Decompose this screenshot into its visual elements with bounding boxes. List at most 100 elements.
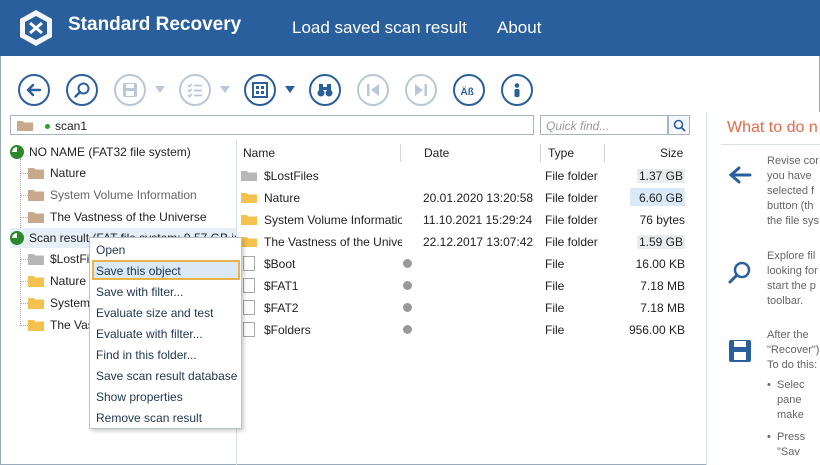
menu-about[interactable]: About (497, 18, 541, 38)
cell-name: The Vastness of the Universe (264, 235, 402, 249)
menu-item-save-this-object[interactable]: Save this object (96, 264, 181, 278)
svg-text:Äß: Äß (461, 85, 474, 98)
folder-icon (28, 320, 44, 331)
folder-gray-icon (28, 254, 44, 265)
table-row[interactable]: Nature 20.01.2020 13:20:58 File folder 6… (238, 186, 690, 208)
search-icon (673, 119, 686, 132)
cell-type: File (545, 279, 565, 293)
tree-item-label: Nature (50, 274, 87, 288)
folder-gray-icon (241, 171, 257, 181)
folder-icon (28, 168, 44, 179)
help-line-text: Selec (777, 379, 805, 391)
table-row[interactable]: $Folders File 956.00 KB (238, 318, 690, 340)
mark-list-button[interactable] (179, 74, 211, 106)
cell-name: $LostFiles (264, 169, 319, 183)
info-icon (514, 83, 520, 97)
tree-item-root[interactable]: NO NAME (FAT32 file system) (10, 142, 191, 162)
quick-find-button[interactable] (668, 115, 690, 135)
folder-icon (28, 190, 44, 201)
find-button[interactable] (309, 74, 341, 106)
menu-item-evaluate-size[interactable]: Evaluate size and test (96, 306, 213, 320)
help-title: What to do n (727, 119, 818, 136)
folder-icon (17, 121, 33, 131)
column-separator[interactable] (540, 144, 541, 162)
cell-name: $FAT1 (264, 279, 299, 293)
scan-status-dot (45, 124, 50, 129)
cell-type: File (545, 301, 565, 315)
table-row[interactable]: $Boot File 16.00 KB (238, 252, 690, 274)
menu-load-saved-scan[interactable]: Load saved scan result (292, 18, 467, 38)
column-separator[interactable] (604, 144, 605, 162)
column-separator[interactable] (400, 144, 401, 162)
path-bar[interactable]: scan1 (10, 115, 534, 135)
table-row[interactable]: The Vastness of the Universe 22.12.2017 … (238, 230, 690, 252)
view-mode-button[interactable] (244, 74, 276, 106)
cell-name: $Folders (264, 323, 311, 337)
mark-dropdown-arrow[interactable] (220, 86, 230, 93)
help-line: looking for (767, 265, 818, 277)
menu-item-show-properties[interactable]: Show properties (96, 390, 183, 404)
help-bullet-select: • Selec pane make (767, 378, 820, 423)
find-next-button[interactable] (405, 74, 437, 106)
help-text-back: Revise cor you have selected f button (t… (767, 154, 820, 229)
case-sensitivity-button[interactable]: Äß (453, 74, 485, 106)
tree-item-vastness[interactable]: The Vastness of the Universe (28, 207, 207, 227)
menu-item-open[interactable]: Open (96, 243, 125, 257)
file-icon (243, 300, 255, 315)
size-value: 1.59 GB (636, 235, 685, 249)
floppy-disk-icon (123, 83, 137, 97)
save-dropdown-arrow[interactable] (155, 86, 165, 93)
cell-name: $FAT2 (264, 301, 299, 315)
cell-name: $Boot (264, 257, 296, 271)
tree-item-scan-vastness[interactable]: The Vast (28, 315, 97, 335)
cell-type: File folder (545, 235, 598, 249)
tree-item-scan-nature[interactable]: Nature (28, 271, 86, 291)
back-button[interactable] (18, 74, 50, 106)
file-icon (243, 256, 255, 271)
folder-icon (28, 212, 44, 223)
cell-name: Nature (264, 191, 301, 205)
title-bar: Standard Recovery Load saved scan result… (0, 0, 820, 56)
tree-item-system-volume[interactable]: System Volume Information (28, 185, 197, 205)
folder-icon (241, 237, 257, 247)
arrow-left-icon (728, 166, 752, 184)
table-row[interactable]: $FAT1 File 7.18 MB (238, 274, 690, 296)
tree-item-label: System Volume Information (50, 188, 197, 202)
table-row[interactable]: System Volume Information 11.10.2021 15:… (238, 208, 690, 230)
help-line: After the (767, 329, 809, 341)
column-header-name[interactable]: Name (243, 146, 275, 160)
find-previous-button[interactable] (357, 74, 389, 106)
info-button[interactable] (501, 74, 533, 106)
quick-find-input[interactable]: Quick find... (540, 115, 668, 135)
help-line: "Recover") (767, 344, 820, 356)
table-row[interactable]: $FAT2 File 7.18 MB (238, 296, 690, 318)
menu-item-save-scan-database[interactable]: Save scan result database (96, 369, 237, 383)
tree-item-nature[interactable]: Nature (28, 163, 86, 183)
menu-item-remove-scan-result[interactable]: Remove scan result (96, 411, 202, 425)
app-logo-icon (20, 10, 52, 46)
status-dot (403, 325, 412, 334)
view-dropdown-arrow[interactable] (285, 86, 295, 93)
cell-size: 6.60 GB (636, 191, 685, 205)
app-title: Standard Recovery (68, 14, 242, 35)
folder-icon (28, 276, 44, 287)
file-icon (243, 278, 255, 293)
help-panel: What to do n Revise cor you have selecte… (706, 112, 820, 465)
column-header-size[interactable]: Size (660, 146, 683, 160)
column-header-type[interactable]: Type (548, 146, 574, 160)
menu-item-save-with-filter[interactable]: Save with filter... (96, 285, 183, 299)
cell-date: 22.12.2017 13:07:42 (423, 235, 534, 249)
text-case-icon: Äß (461, 85, 474, 98)
menu-item-evaluate-with-filter[interactable]: Evaluate with filter... (96, 327, 203, 341)
table-row[interactable]: $LostFiles File folder 1.37 GB (238, 164, 690, 186)
help-line: toolbar. (767, 295, 804, 307)
help-bullet-press: • Press "Sav (767, 430, 820, 460)
column-header-date[interactable]: Date (424, 146, 449, 160)
help-line: • Selec (767, 379, 805, 391)
cell-date: 20.01.2020 13:20:58 (423, 191, 534, 205)
explore-button[interactable] (66, 74, 98, 106)
menu-item-find-in-folder[interactable]: Find in this folder... (96, 348, 197, 362)
save-button[interactable] (114, 74, 146, 106)
help-line: start the p (767, 280, 816, 292)
magnifier-icon (728, 261, 751, 284)
